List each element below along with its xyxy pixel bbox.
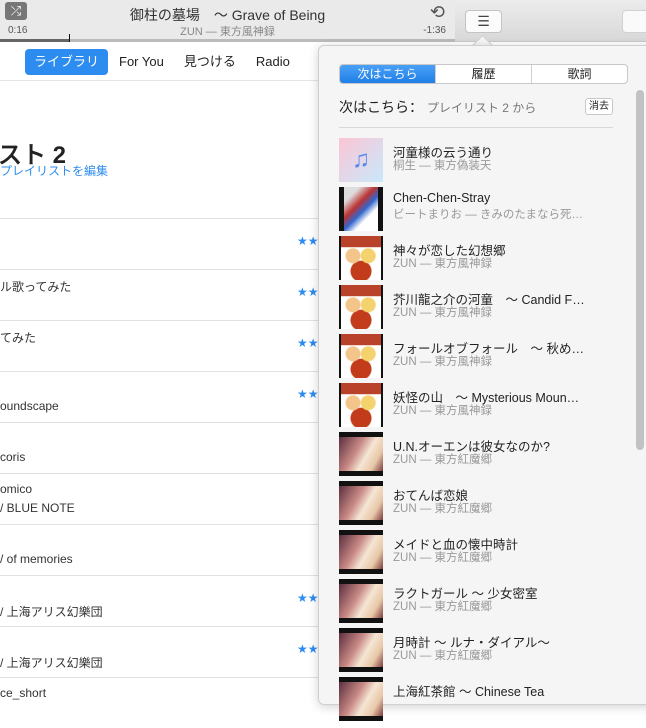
queue-item-subtitle: ZUN — 東方紅魔郷: [393, 503, 493, 515]
row-artist: / 上海アリス幻樂団: [0, 605, 103, 619]
row-title: ce_short: [0, 686, 47, 700]
heading-label: 次はこちら：: [339, 99, 423, 115]
tab-lyrics[interactable]: 歌詞: [531, 65, 627, 83]
now-playing: ⤮ 御柱の墓場 ～ Grave of Being ZUN — 東方風神録 0:1…: [0, 0, 455, 42]
queue-item[interactable]: おてんば恋娘 ZUN — 東方紅魔郷: [339, 481, 609, 527]
rating-stars[interactable]: ★★: [297, 336, 319, 350]
row-artist: oundscape: [0, 399, 59, 413]
queue-item-subtitle: ZUN — 東方紅魔郷: [393, 454, 493, 466]
table-row[interactable]: ル歌ってみた ★★: [0, 269, 330, 320]
album-art: [339, 334, 383, 378]
music-note-icon: ♫: [352, 146, 370, 173]
remaining-time: -1:36: [423, 25, 446, 36]
queue-item-subtitle: ZUN — 東方風神録: [393, 307, 493, 319]
album-art: [339, 677, 383, 721]
album-art: [339, 579, 383, 623]
up-next-heading: 次はこちら： プレイリスト 2 から: [339, 97, 536, 117]
row-artist: / of memories: [0, 552, 73, 566]
table-row[interactable]: / of memories: [0, 524, 330, 575]
clear-button[interactable]: 消去: [585, 98, 613, 115]
tab-browse[interactable]: 見つける: [175, 49, 245, 75]
table-row[interactable]: oundscape ★★: [0, 371, 330, 422]
album-art: [339, 383, 383, 427]
queue-item[interactable]: フォールオブフォール ～ 秋め… ZUN — 東方風神録: [339, 334, 609, 380]
queue-item[interactable]: Chen-Chen-Stray ビートまりお — きみのたまなら死…: [339, 187, 609, 233]
queue-item-title: 上海紅茶館 ～ Chinese Tea: [393, 685, 545, 699]
repeat-icon[interactable]: ⟲: [430, 2, 445, 23]
table-row[interactable]: ★★: [0, 218, 330, 269]
queue-item-subtitle: ZUN — 東方風神録: [393, 405, 493, 417]
album-art: ♫: [339, 138, 383, 182]
table-row[interactable]: coris: [0, 422, 330, 473]
elapsed-time: 0:16: [8, 25, 28, 36]
row-title: omico: [0, 482, 33, 496]
rating-stars[interactable]: ★★: [297, 387, 319, 401]
table-row[interactable]: omico / BLUE NOTE: [0, 473, 330, 524]
tab-history[interactable]: 履歴: [435, 65, 531, 83]
queue-item-subtitle: ZUN — 東方紅魔郷: [393, 650, 493, 662]
queue-item[interactable]: 神々が恋した幻想郷 ZUN — 東方風神録: [339, 236, 609, 282]
tab-for-you[interactable]: For You: [110, 49, 173, 75]
queue-item-subtitle: ZUN — 東方風神録: [393, 356, 493, 368]
nav-tabs: ライブラリ For You 見つける Radio: [0, 49, 301, 75]
queue-item[interactable]: メイドと血の懐中時計 ZUN — 東方紅魔郷: [339, 530, 609, 576]
row-artist: / BLUE NOTE: [0, 501, 75, 515]
rating-stars[interactable]: ★★: [297, 285, 319, 299]
rating-stars[interactable]: ★★: [297, 642, 319, 656]
up-next-segmented-control: 次はこちら 履歴 歌詞: [339, 64, 628, 84]
queue-item-subtitle: ZUN — 東方紅魔郷: [393, 552, 493, 564]
queue-item-subtitle: ZUN — 東方風神録: [393, 258, 493, 270]
album-art: [339, 530, 383, 574]
queue-item[interactable]: 芥川龍之介の河童 ～ Candid F… ZUN — 東方風神録: [339, 285, 609, 331]
queue-item[interactable]: 月時計 ～ ルナ・ダイアル～ ZUN — 東方紅魔郷: [339, 628, 609, 674]
album-art: [339, 236, 383, 280]
table-row[interactable]: / 上海アリス幻樂団 ★★: [0, 575, 330, 626]
divider: [339, 127, 613, 128]
progress-knob[interactable]: [69, 34, 70, 42]
table-row[interactable]: てみた ★★: [0, 320, 330, 371]
table-row[interactable]: ce_short: [0, 677, 330, 728]
tab-up-next[interactable]: 次はこちら: [340, 65, 435, 83]
heading-source: プレイリスト 2 から: [426, 101, 537, 115]
queue-item[interactable]: ♫ 河童様の云う通り 桐生 — 東方偽装天: [339, 138, 609, 184]
album-art: [339, 432, 383, 476]
queue-item[interactable]: 上海紅茶館 ～ Chinese Tea: [339, 677, 609, 723]
rating-stars[interactable]: ★★: [297, 234, 319, 248]
row-title: ル歌ってみた: [0, 280, 72, 294]
list-icon: ☰: [477, 13, 490, 29]
queue-item-title: Chen-Chen-Stray: [393, 191, 491, 205]
tab-radio[interactable]: Radio: [247, 49, 299, 75]
table-row[interactable]: / 上海アリス幻樂団 ★★: [0, 626, 330, 677]
divider: [0, 80, 330, 81]
edit-playlist-link[interactable]: プレイリストを編集: [0, 162, 108, 179]
rating-stars[interactable]: ★★: [297, 591, 319, 605]
album-art: [339, 285, 383, 329]
queue-item[interactable]: 妖怪の山 ～ Mysterious Moun… ZUN — 東方風神録: [339, 383, 609, 429]
tab-library[interactable]: ライブラリ: [25, 49, 109, 75]
row-title: てみた: [0, 331, 37, 345]
queue-item-subtitle: 桐生 — 東方偽装天: [393, 160, 492, 172]
queue-item[interactable]: ラクトガール ～ 少女密室 ZUN — 東方紅魔郷: [339, 579, 609, 625]
album-art: [339, 628, 383, 672]
scrollbar[interactable]: [636, 90, 644, 450]
queue-item-subtitle: ZUN — 東方紅魔郷: [393, 601, 493, 613]
album-art: [339, 481, 383, 525]
queue-item[interactable]: U.N.オーエンは彼女なのか? ZUN — 東方紅魔郷: [339, 432, 609, 478]
album-art: [339, 187, 383, 231]
up-next-button[interactable]: ☰: [465, 10, 502, 33]
queue-item-subtitle: ビートまりお — きみのたまなら死…: [393, 209, 584, 221]
search-input[interactable]: [622, 10, 646, 33]
toolbar: ⤮ 御柱の墓場 ～ Grave of Being ZUN — 東方風神録 0:1…: [0, 0, 646, 42]
song-title: 御柱の墓場 ～ Grave of Being: [129, 7, 326, 23]
row-artist: / 上海アリス幻樂団: [0, 656, 103, 670]
up-next-popover: 次はこちら 履歴 歌詞 次はこちら： プレイリスト 2 から 消去 ♫ 河童様の云…: [318, 45, 646, 721]
progress-fill: [0, 39, 70, 42]
row-artist: coris: [0, 450, 26, 464]
